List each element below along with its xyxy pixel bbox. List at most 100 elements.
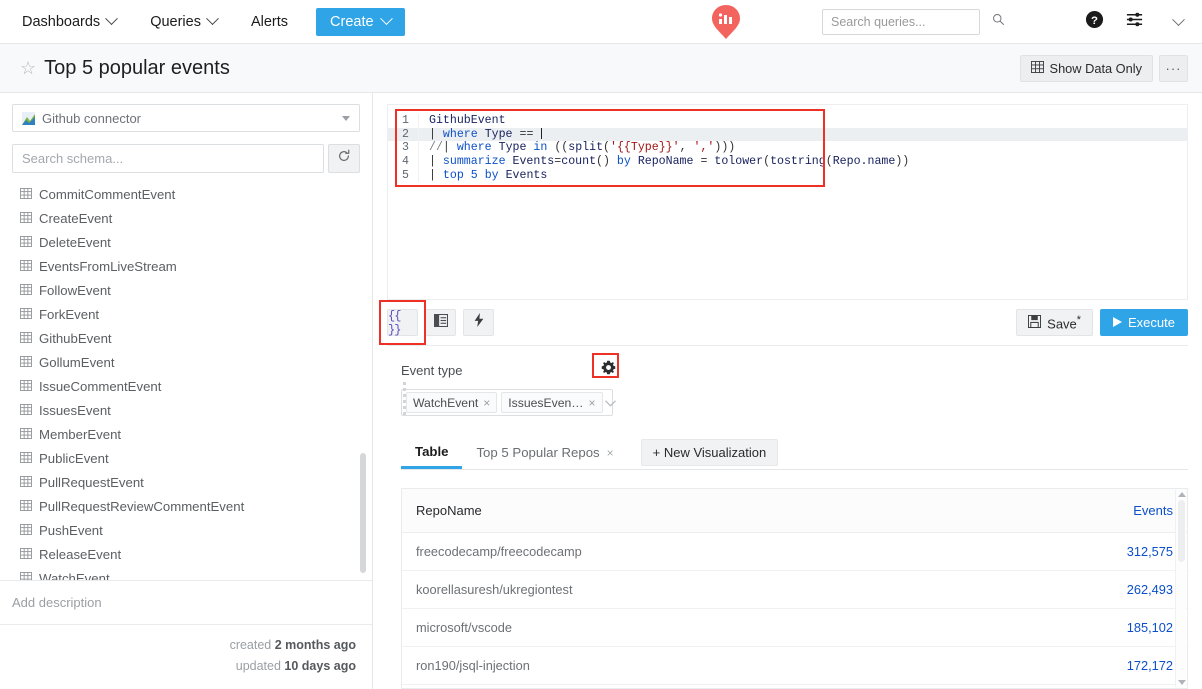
updated-label: updated (235, 659, 285, 673)
table-row[interactable]: koorellasuresh/ukregiontest 262,493 (402, 570, 1187, 609)
table-icon (20, 282, 32, 300)
schema-item[interactable]: ReleaseEvent (0, 543, 372, 567)
query-parameters-button[interactable]: {{ }} (387, 309, 418, 337)
schema-item[interactable]: MemberEvent (0, 423, 372, 447)
cell-reponame: ron190/jsql-injection (402, 646, 970, 685)
schema-item[interactable]: CreateEvent (0, 207, 372, 231)
remove-tag-icon[interactable]: × (483, 396, 490, 410)
cell-events: 312,575 (969, 532, 1187, 571)
refresh-schema-button[interactable] (328, 144, 360, 173)
schema-item[interactable]: GithubEvent (0, 327, 372, 351)
schema-item[interactable]: DeleteEvent (0, 231, 372, 255)
schema-item[interactable]: PullRequestEvent (0, 471, 372, 495)
selected-tag[interactable]: IssuesEven… × (501, 392, 603, 413)
schema-item[interactable]: IssuesEvent (0, 399, 372, 423)
schema-item[interactable]: FollowEvent (0, 279, 372, 303)
table-icon (20, 258, 32, 276)
schema-item-label: WatchEvent (39, 571, 110, 580)
schema-item[interactable]: IssueCommentEvent (0, 375, 372, 399)
query-code[interactable]: 1 GithubEvent 2 | where Type == 3 //| wh… (388, 105, 1187, 183)
schema-item[interactable]: GollumEvent (0, 351, 372, 375)
svg-text:?: ? (1091, 15, 1098, 27)
cell-events: 185,102 (969, 608, 1187, 647)
column-header-reponame[interactable]: RepoName (402, 489, 970, 533)
schema-item[interactable]: EventsFromLiveStream (0, 255, 372, 279)
schema-sidebar: Github connector CommitCommentEvent Creat… (0, 93, 373, 689)
description-field[interactable]: Add description (0, 580, 372, 624)
schema-search-row (12, 144, 360, 173)
search-input[interactable] (831, 15, 992, 29)
play-icon (1113, 315, 1123, 330)
schema-item[interactable]: PullRequestReviewCommentEvent (0, 495, 372, 519)
schema-item-label: GollumEvent (39, 355, 115, 370)
remove-tag-icon[interactable]: × (588, 396, 595, 410)
cell-reponame: tensorflow/tensorflow (402, 684, 970, 688)
connector-select[interactable]: Github connector (12, 104, 360, 132)
more-options-label: ··· (1165, 60, 1182, 76)
table-icon (20, 570, 32, 580)
nav-item-dashboards[interactable]: Dashboards (12, 7, 126, 37)
visualization-tabs: Table Top 5 Popular Repos × + New Visual… (401, 436, 1188, 470)
results-table-container: RepoName Events freecodecamp/freecodecam… (401, 488, 1188, 689)
execute-button[interactable]: Execute (1100, 309, 1188, 336)
nav-item-queries[interactable]: Queries (140, 7, 227, 37)
table-icon (20, 498, 32, 516)
drag-handle[interactable] (403, 382, 407, 415)
table-row[interactable]: ron190/jsql-injection 172,172 (402, 646, 1187, 685)
query-parameters-area: Event type WatchEvent × IssuesEven… × (373, 346, 1202, 416)
main-body: Github connector CommitCommentEvent Creat… (0, 93, 1202, 689)
column-header-events[interactable]: Events (969, 489, 1187, 533)
schema-item-label: IssuesEvent (39, 403, 111, 418)
schema-item[interactable]: CommitCommentEvent (0, 183, 372, 207)
schema-item-label: PullRequestReviewCommentEvent (39, 499, 245, 514)
panel-toggle-button[interactable] (425, 309, 456, 336)
scroll-up-arrow-icon[interactable] (1178, 492, 1186, 497)
new-visualization-button[interactable]: + New Visualization (640, 439, 779, 466)
chevron-down-icon[interactable] (604, 394, 616, 412)
run-shortcut-button[interactable] (463, 309, 494, 336)
schema-item-label: IssueCommentEvent (39, 379, 162, 394)
code-line-active: 2 | where Type == (388, 127, 1187, 142)
results-scrollbar[interactable] (1175, 490, 1186, 687)
lightning-icon (473, 313, 485, 332)
tab-top-5-popular-repos[interactable]: Top 5 Popular Repos × (462, 436, 627, 469)
table-icon (20, 234, 32, 252)
nav-item-alerts[interactable]: Alerts (241, 7, 298, 37)
close-icon[interactable]: × (607, 446, 614, 460)
star-outline-icon[interactable]: ☆ (20, 59, 36, 77)
more-options-button[interactable]: ··· (1159, 54, 1188, 82)
analytics-pin-logo[interactable] (710, 4, 742, 45)
tab-table[interactable]: Table (401, 436, 463, 469)
schema-item[interactable]: WatchEvent (0, 567, 372, 580)
table-row[interactable]: microsoft/vscode 185,102 (402, 608, 1187, 647)
schema-search-input[interactable] (12, 144, 324, 173)
show-data-only-button[interactable]: Show Data Only (1019, 54, 1153, 82)
schema-item[interactable]: ForkEvent (0, 303, 372, 327)
editor-toolbar-left: {{ }} (379, 300, 494, 345)
table-header-row: RepoName Events (402, 489, 1187, 533)
search-queries-box[interactable] (822, 9, 1005, 35)
help-button[interactable]: ? (1074, 0, 1114, 44)
event-type-multiselect[interactable]: WatchEvent × IssuesEven… × (401, 389, 616, 416)
table-icon (20, 402, 32, 420)
selected-tag[interactable]: WatchEvent × (406, 392, 498, 413)
scrollbar-thumb[interactable] (1178, 500, 1185, 562)
settings-button[interactable] (1114, 0, 1154, 44)
schema-item[interactable]: PushEvent (0, 519, 372, 543)
code-line: 1 GithubEvent (388, 114, 1187, 128)
save-button[interactable]: Save* (1016, 309, 1094, 336)
nav-item-label: Alerts (250, 13, 289, 30)
new-visualization-label: + New Visualization (652, 445, 767, 460)
query-editor[interactable]: 1 GithubEvent 2 | where Type == 3 //| wh… (387, 104, 1188, 300)
sidebar-scrollbar[interactable] (360, 453, 366, 573)
user-menu-button[interactable] (1154, 0, 1202, 44)
schema-table-list[interactable]: CommitCommentEvent CreateEvent DeleteEvent… (0, 173, 372, 580)
table-row[interactable]: tensorflow/tensorflow145,927 (402, 684, 1187, 688)
parameter-settings-button[interactable] (592, 353, 619, 380)
create-button[interactable]: Create (316, 7, 405, 36)
scroll-down-arrow-icon[interactable] (1178, 680, 1186, 685)
schema-item[interactable]: PublicEvent (0, 447, 372, 471)
save-label-text: Save (1047, 316, 1077, 332)
parameter-label-row: Event type (401, 353, 619, 380)
table-row[interactable]: freecodecamp/freecodecamp 312,575 (402, 532, 1187, 571)
